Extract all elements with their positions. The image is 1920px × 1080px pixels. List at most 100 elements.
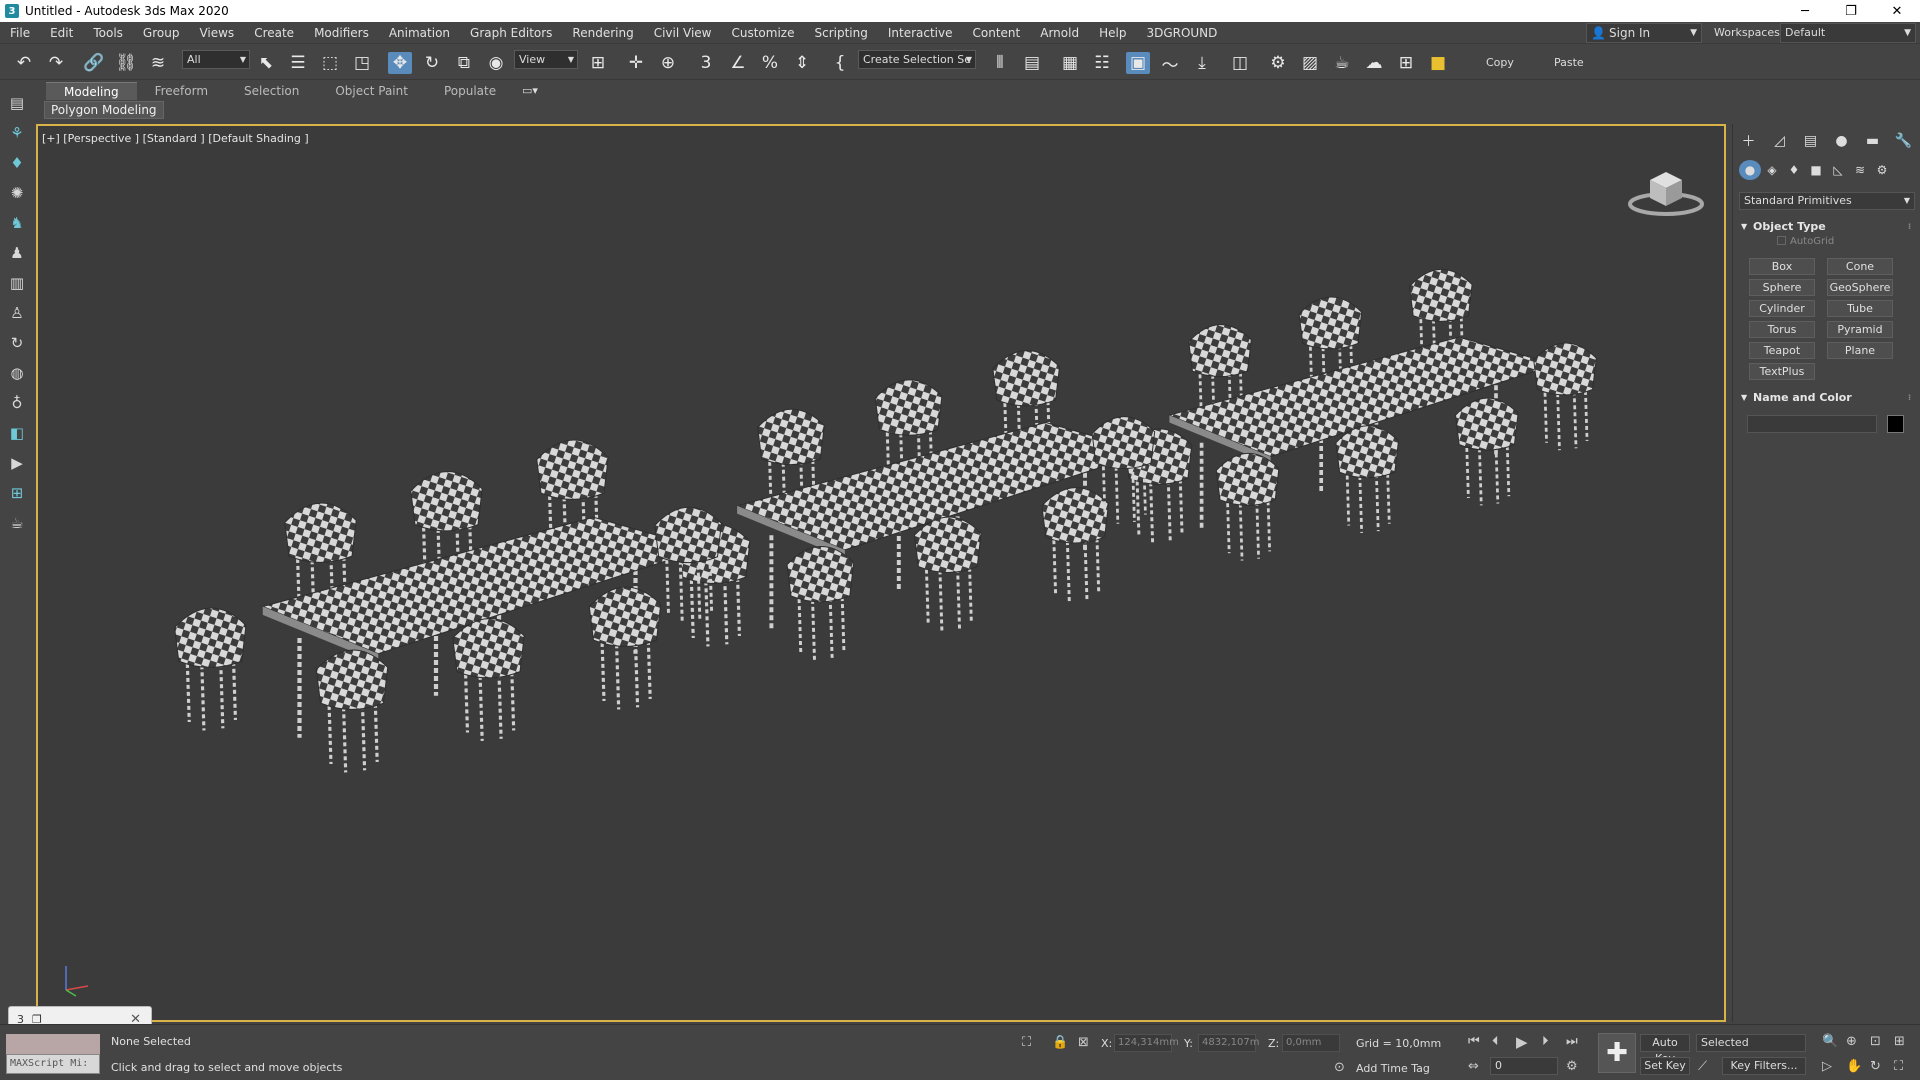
edit-named-selection-icon[interactable]: { bbox=[828, 52, 852, 74]
primitive-category-select[interactable]: Standard Primitives ▼ bbox=[1739, 192, 1915, 210]
utilities-tab-icon[interactable]: 🔧 bbox=[1888, 130, 1919, 152]
render-setup-icon[interactable]: ⚙ bbox=[1266, 52, 1290, 74]
zoom-all-icon[interactable]: ⊕ bbox=[1846, 1034, 1857, 1049]
key-mode-toggle-icon[interactable]: ⇔ bbox=[1468, 1059, 1479, 1074]
set-key-button[interactable]: Set Key bbox=[1640, 1057, 1690, 1075]
cylinder-button[interactable]: Cylinder bbox=[1749, 300, 1815, 317]
tube-button[interactable]: Tube bbox=[1827, 300, 1893, 317]
textplus-button[interactable]: TextPlus bbox=[1749, 363, 1815, 380]
named-selection-select[interactable]: Create Selection Se ▼ bbox=[858, 50, 976, 69]
menu-group[interactable]: Group bbox=[133, 22, 190, 44]
mirror-icon[interactable]: ⫴ bbox=[988, 52, 1012, 74]
select-scale-icon[interactable]: ⧉ bbox=[452, 52, 476, 74]
box-button[interactable]: Box bbox=[1749, 258, 1815, 275]
select-by-name-icon[interactable]: ☰ bbox=[286, 52, 310, 74]
align-icon[interactable]: ▤ bbox=[1020, 52, 1044, 74]
bulb-icon[interactable]: ♁ bbox=[6, 392, 28, 414]
angle-snap-icon[interactable]: ∠ bbox=[726, 52, 750, 74]
grid-icon[interactable]: ⊞ bbox=[6, 482, 28, 504]
auto-key-button[interactable]: Auto Key bbox=[1640, 1034, 1690, 1065]
torus-button[interactable]: Torus bbox=[1749, 321, 1815, 338]
book-icon[interactable]: ▥ bbox=[6, 272, 28, 294]
menu-graph-editors[interactable]: Graph Editors bbox=[460, 22, 562, 44]
curve-editor-icon[interactable]: 〜 bbox=[1158, 52, 1182, 76]
select-rotate-icon[interactable]: ↻ bbox=[420, 52, 444, 74]
previous-frame-icon[interactable]: ⏴ bbox=[1492, 1034, 1499, 1049]
redo-icon[interactable]: ↷ bbox=[44, 52, 68, 74]
maximize-viewport-icon[interactable]: ⛶ bbox=[1894, 1059, 1903, 1074]
window-crossing-icon[interactable]: ◳ bbox=[350, 52, 374, 74]
orbit-icon[interactable]: ↻ bbox=[1870, 1059, 1881, 1074]
object-type-rollout[interactable]: ▼ Object Type ⁝ bbox=[1739, 218, 1915, 236]
menu-modifiers[interactable]: Modifiers bbox=[304, 22, 379, 44]
render-production-icon[interactable]: ☕ bbox=[1330, 52, 1354, 74]
select-object-icon[interactable]: ⬉ bbox=[254, 52, 278, 74]
display-tab-icon[interactable]: ▬ bbox=[1857, 130, 1888, 152]
maxscript-mini-listener[interactable]: MAXScript Mi: bbox=[6, 1054, 100, 1074]
select-move-icon[interactable]: ✥ bbox=[388, 52, 412, 74]
keyboard-shortcut-icon[interactable]: ⊕ bbox=[656, 52, 680, 74]
sign-in-dropdown[interactable]: 👤 Sign In ▼ bbox=[1586, 23, 1702, 43]
figure-icon[interactable]: ♙ bbox=[6, 302, 28, 324]
teapot-button[interactable]: Teapot bbox=[1749, 342, 1815, 359]
scene-explorer-icon[interactable]: ▦ bbox=[1058, 52, 1082, 74]
z-coordinate-field[interactable]: 0,0mm bbox=[1282, 1034, 1340, 1052]
viewport-label[interactable]: [+] [Perspective ] [Standard ] [Default … bbox=[42, 132, 309, 145]
geosphere-button[interactable]: GeoSphere bbox=[1827, 279, 1893, 296]
menu-customize[interactable]: Customize bbox=[721, 22, 804, 44]
zoom-extents-icon[interactable]: ⊡ bbox=[1870, 1034, 1881, 1049]
menu-file[interactable]: File bbox=[0, 22, 40, 44]
rect-selection-icon[interactable]: ⬚ bbox=[318, 52, 342, 74]
select-manipulate-icon[interactable]: ✛ bbox=[624, 52, 648, 74]
menu-3dground[interactable]: 3DGROUND bbox=[1136, 22, 1227, 44]
material-editor-icon[interactable]: ◫ bbox=[1228, 52, 1252, 74]
zoom-icon[interactable]: 🔍 bbox=[1822, 1034, 1838, 1049]
workspace-select[interactable]: Default ▼ bbox=[1780, 23, 1916, 43]
spinner-snap-icon[interactable]: ⇕ bbox=[790, 52, 814, 74]
render-icon[interactable]: ▶ bbox=[6, 452, 28, 474]
menu-content[interactable]: Content bbox=[963, 22, 1031, 44]
walker-icon[interactable]: ♟ bbox=[6, 242, 28, 264]
name-and-color-rollout[interactable]: ▼ Name and Color ⁝ bbox=[1739, 389, 1915, 407]
maxscript-listener-thumb[interactable] bbox=[6, 1034, 100, 1054]
motion-tab-icon[interactable]: ● bbox=[1826, 130, 1857, 152]
close-button[interactable]: ✕ bbox=[1874, 0, 1920, 22]
key-mode-select[interactable]: Selected bbox=[1696, 1034, 1806, 1052]
autogrid-checkbox[interactable]: AutoGrid bbox=[1777, 236, 1834, 247]
shapes-icon[interactable]: ◈ bbox=[1761, 160, 1783, 180]
create-icon[interactable]: ⚘ bbox=[6, 122, 28, 144]
ribbon-toggle-icon[interactable]: ▣ bbox=[1126, 52, 1150, 74]
unlink-icon[interactable]: ⛓ bbox=[114, 52, 138, 74]
next-frame-icon[interactable]: ⏵ bbox=[1542, 1034, 1549, 1049]
light-icon[interactable]: ♦ bbox=[6, 152, 28, 174]
modify-tab-icon[interactable]: ◿ bbox=[1764, 130, 1795, 152]
tab-freeform[interactable]: Freeform bbox=[137, 82, 226, 100]
maximize-button[interactable]: ❐ bbox=[1828, 0, 1874, 22]
bind-space-warp-icon[interactable]: ≋ bbox=[146, 52, 170, 74]
add-time-tag-button[interactable]: Add Time Tag bbox=[1356, 1062, 1430, 1075]
go-to-end-icon[interactable]: ⏭ bbox=[1566, 1034, 1578, 1049]
minimize-button[interactable]: ─ bbox=[1782, 0, 1828, 22]
rendered-frame-icon[interactable]: ▨ bbox=[1298, 52, 1322, 74]
orbit-icon[interactable]: ↻ bbox=[6, 332, 28, 354]
scene-canvas[interactable] bbox=[38, 126, 1726, 1022]
snap-toggle-icon[interactable]: 3 bbox=[694, 52, 718, 74]
absolute-mode-icon[interactable]: ⊠ bbox=[1078, 1035, 1089, 1050]
sphere-icon[interactable]: ◍ bbox=[6, 362, 28, 384]
menu-scripting[interactable]: Scripting bbox=[804, 22, 877, 44]
tab-modeling[interactable]: Modeling bbox=[46, 82, 137, 100]
link-icon[interactable]: 🔗 bbox=[82, 52, 106, 74]
isolate-selection-icon[interactable]: ⛶ bbox=[1022, 1035, 1031, 1050]
autodesk-a360-icon[interactable]: ■ bbox=[1426, 52, 1450, 74]
menu-animation[interactable]: Animation bbox=[379, 22, 460, 44]
render-iterative-icon[interactable]: ☁ bbox=[1362, 52, 1386, 74]
teapot-icon[interactable]: ☕ bbox=[6, 512, 28, 534]
render-frame-window-icon[interactable]: ⊞ bbox=[1394, 52, 1418, 74]
undo-icon[interactable]: ↶ bbox=[12, 52, 36, 74]
object-name-field[interactable] bbox=[1747, 415, 1877, 433]
app-icon[interactable]: 3 bbox=[5, 4, 19, 18]
systems-icon[interactable]: ⚙ bbox=[1871, 160, 1893, 180]
pan-icon[interactable]: ✋ bbox=[1846, 1059, 1862, 1074]
percent-snap-icon[interactable]: % bbox=[758, 52, 782, 74]
zoom-extents-all-icon[interactable]: ⊞ bbox=[1894, 1034, 1905, 1049]
